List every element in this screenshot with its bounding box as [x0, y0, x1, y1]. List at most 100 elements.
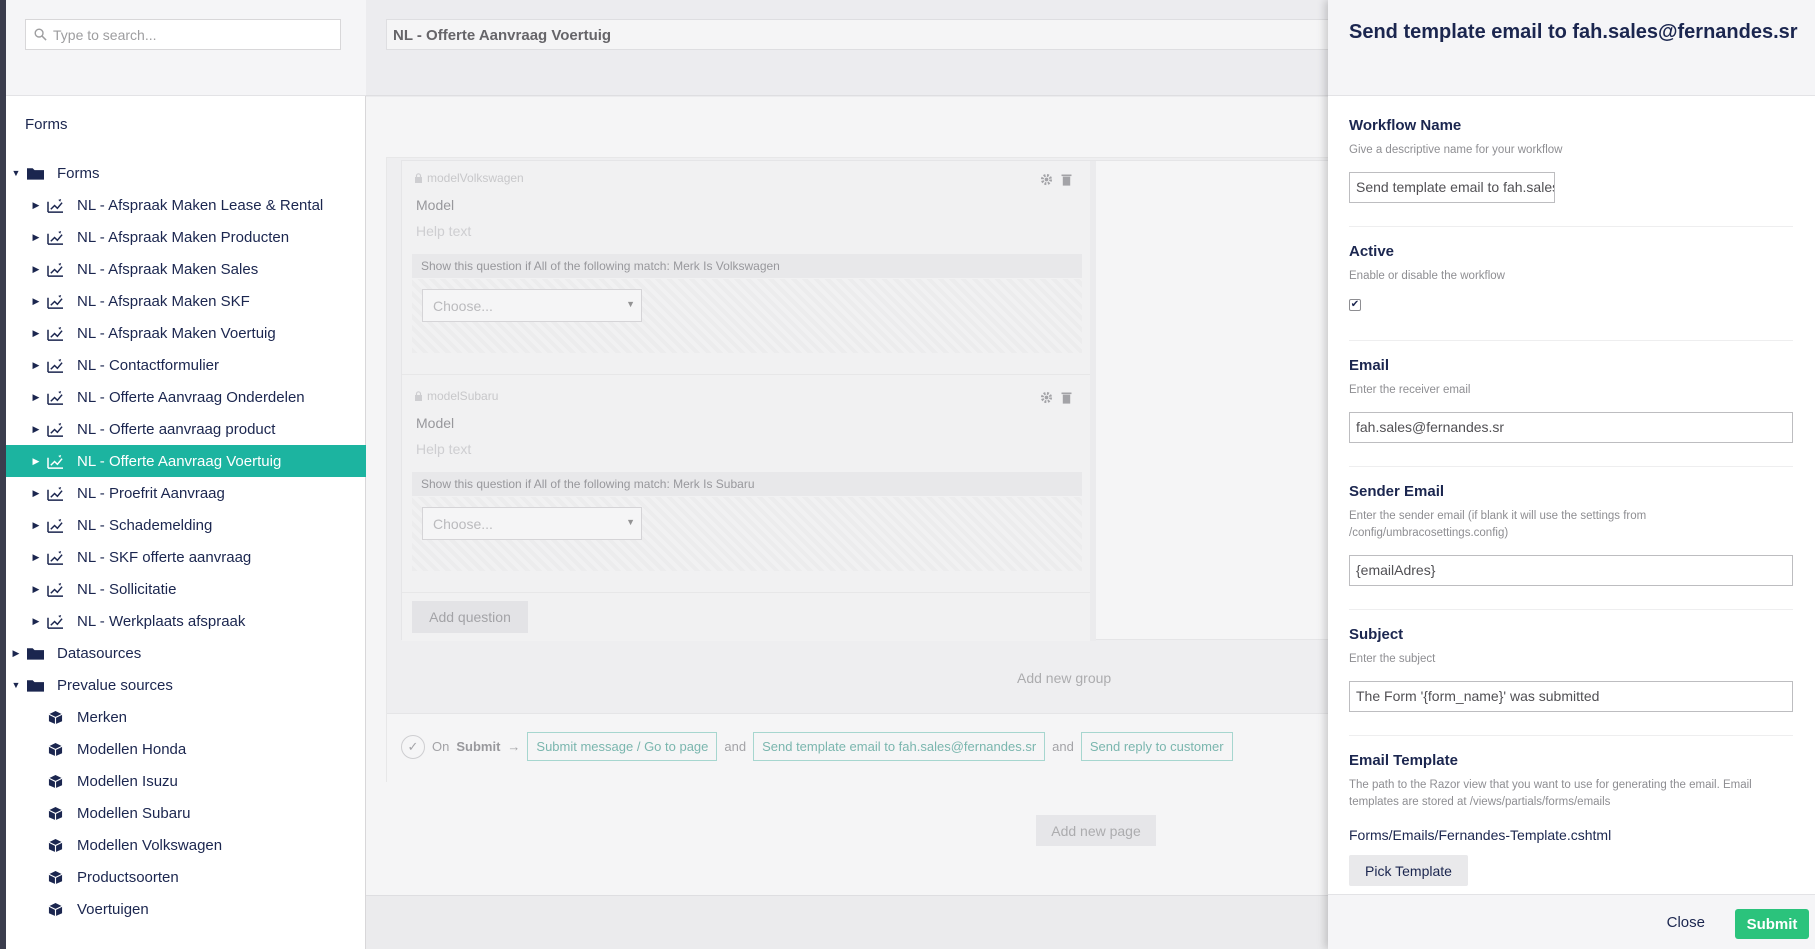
form-icon — [45, 229, 65, 245]
tree-item-form[interactable]: ▶ NL - Afspraak Maken Sales — [6, 253, 366, 285]
caret-right-icon[interactable]: ▶ — [31, 232, 41, 242]
tree-item-label: NL - Werkplaats afspraak — [77, 612, 246, 630]
caret-right-icon[interactable]: ▶ — [31, 584, 41, 594]
caret-right-icon[interactable]: ▶ — [31, 456, 41, 466]
close-button[interactable]: Close — [1667, 914, 1705, 931]
tree-item-form[interactable]: ▶ NL - Contactformulier — [6, 349, 366, 381]
tree-folder[interactable]: ▼ Prevalue sources — [6, 669, 366, 701]
forms-tree: ▼ Forms ▶ NL - Afspraak Maken Lease & Renta… — [6, 157, 366, 925]
caret-right-icon[interactable]: ▶ — [31, 264, 41, 274]
tree-item-form[interactable]: ▶ NL - Werkplaats afspraak — [6, 605, 366, 637]
tree-item-label: NL - Offerte Aanvraag Onderdelen — [77, 388, 305, 406]
tree-item-prevalue[interactable]: Modellen Volkswagen — [6, 829, 366, 861]
caret-right-icon[interactable]: ▶ — [31, 296, 41, 306]
sender-email-description: Enter the sender email (if blank it will… — [1349, 510, 1647, 539]
folder-icon — [25, 645, 45, 661]
subject-field[interactable]: The Form '{form_name}' was submitted — [1349, 681, 1793, 712]
workflow-name-input[interactable]: Send template email to fah.sales@fernand… — [1349, 172, 1555, 203]
tree-item-prevalue[interactable]: Modellen Subaru — [6, 797, 366, 829]
tree-item-form[interactable]: ▶ NL - Proefrit Aanvraag — [6, 477, 366, 509]
caret-right-icon[interactable]: ▶ — [31, 328, 41, 338]
tree-item-label: NL - Sollicitatie — [77, 580, 177, 598]
tree-item-label: Modellen Volkswagen — [77, 836, 223, 854]
tree-item-label: NL - Afspraak Maken Producten — [77, 228, 290, 246]
tree-item-form[interactable]: ▶ NL - Afspraak Maken SKF — [6, 285, 366, 317]
tree-item-label: NL - Proefrit Aanvraag — [77, 484, 225, 502]
tree-item-form[interactable]: ▶ NL - SKF offerte aanvraag — [6, 541, 366, 573]
panel-footer: Close Submit — [1328, 894, 1815, 949]
folder-icon — [25, 165, 45, 181]
tree-folder[interactable]: ▼ Forms — [6, 157, 366, 189]
caret-right-icon[interactable]: ▶ — [31, 488, 41, 498]
sender-email-label: Sender Email — [1349, 483, 1445, 500]
form-icon — [45, 453, 65, 469]
prevalue-icon — [45, 709, 65, 725]
tree-item-form[interactable]: ▶ NL - Offerte Aanvraag Onderdelen — [6, 381, 366, 413]
prevalue-icon — [45, 805, 65, 821]
tree-item-prevalue[interactable]: Productsoorten — [6, 861, 366, 893]
tree-item-label: Modellen Subaru — [77, 804, 191, 822]
tree-item-form[interactable]: ▶ NL - Afspraak Maken Lease & Rental — [6, 189, 366, 221]
sender-email-field[interactable]: {emailAdres} — [1349, 555, 1793, 586]
email-field[interactable]: fah.sales@fernandes.sr — [1349, 412, 1793, 443]
email-description: Enter the receiver email — [1349, 384, 1471, 396]
tree-folder[interactable]: ▶ Datasources — [6, 637, 366, 669]
active-checkbox[interactable]: ✔ — [1349, 299, 1361, 311]
tree-item-form[interactable]: ▶ NL - Sollicitatie — [6, 573, 366, 605]
tree-item-form[interactable]: ▶ NL - Offerte Aanvraag Voertuig — [6, 445, 366, 477]
active-description: Enable or disable the workflow — [1349, 270, 1505, 282]
tree-item-label: Modellen Isuzu — [77, 772, 178, 790]
form-icon — [45, 357, 65, 373]
tree-section-title: Forms — [25, 116, 68, 133]
email-template-property: Email Template The path to the Razor vie… — [1349, 752, 1793, 886]
caret-right-icon[interactable]: ▶ — [31, 616, 41, 626]
caret-right-icon[interactable]: ▶ — [31, 552, 41, 562]
form-icon — [45, 293, 65, 309]
search-input[interactable] — [53, 26, 323, 43]
tree-item-label: Modellen Honda — [77, 740, 187, 758]
pick-template-button[interactable]: Pick Template — [1349, 855, 1468, 886]
submit-button[interactable]: Submit — [1735, 909, 1809, 939]
caret-right-icon[interactable]: ▶ — [31, 424, 41, 434]
workflow-name-description: Give a descriptive name for your workflo… — [1349, 144, 1563, 156]
email-template-path: Forms/Emails/Fernandes-Template.cshtml — [1349, 827, 1612, 843]
tree-item-label: Voertuigen — [77, 900, 149, 918]
form-icon — [45, 421, 65, 437]
prevalue-icon — [45, 773, 65, 789]
tree-item-label: Productsoorten — [77, 868, 179, 886]
search-icon — [34, 28, 47, 41]
prevalue-icon — [45, 901, 65, 917]
caret-down-icon[interactable]: ▼ — [11, 680, 21, 690]
prevalue-icon — [45, 837, 65, 853]
tree-item-prevalue[interactable]: Merken — [6, 701, 366, 733]
form-icon — [45, 517, 65, 533]
caret-down-icon[interactable]: ▼ — [11, 168, 21, 178]
workflow-name-property: Workflow Name Give a descriptive name fo… — [1349, 117, 1793, 203]
form-icon — [45, 549, 65, 565]
search-box[interactable] — [25, 19, 341, 50]
tree-item-label: Prevalue sources — [57, 676, 173, 694]
caret-right-icon[interactable]: ▶ — [31, 392, 41, 402]
form-icon — [45, 485, 65, 501]
caret-right-icon[interactable]: ▶ — [11, 648, 21, 658]
caret-right-icon[interactable]: ▶ — [31, 520, 41, 530]
tree-item-label: NL - Offerte Aanvraag Voertuig — [77, 452, 282, 470]
prevalue-icon — [45, 869, 65, 885]
caret-right-icon[interactable]: ▶ — [31, 200, 41, 210]
tree-item-form[interactable]: ▶ NL - Offerte aanvraag product — [6, 413, 366, 445]
tree-item-label: NL - Offerte aanvraag product — [77, 420, 276, 438]
form-icon — [45, 197, 65, 213]
form-icon — [45, 261, 65, 277]
form-icon — [45, 581, 65, 597]
tree-item-form[interactable]: ▶ NL - Schademelding — [6, 509, 366, 541]
tree-item-form[interactable]: ▶ NL - Afspraak Maken Producten — [6, 221, 366, 253]
tree-item-prevalue[interactable]: Modellen Honda — [6, 733, 366, 765]
email-template-label: Email Template — [1349, 752, 1458, 769]
caret-right-icon[interactable]: ▶ — [31, 360, 41, 370]
tree-item-prevalue[interactable]: Voertuigen — [6, 893, 366, 925]
tree-item-prevalue[interactable]: Modellen Isuzu — [6, 765, 366, 797]
sidebar: Forms ▼ Forms ▶ NL - Afspraak Maken Lease &… — [6, 0, 366, 949]
panel-title: Send template email to fah.sales@fernand… — [1349, 21, 1798, 43]
tree-item-form[interactable]: ▶ NL - Afspraak Maken Voertuig — [6, 317, 366, 349]
subject-property: Subject Enter the subject The Form '{for… — [1349, 626, 1793, 712]
